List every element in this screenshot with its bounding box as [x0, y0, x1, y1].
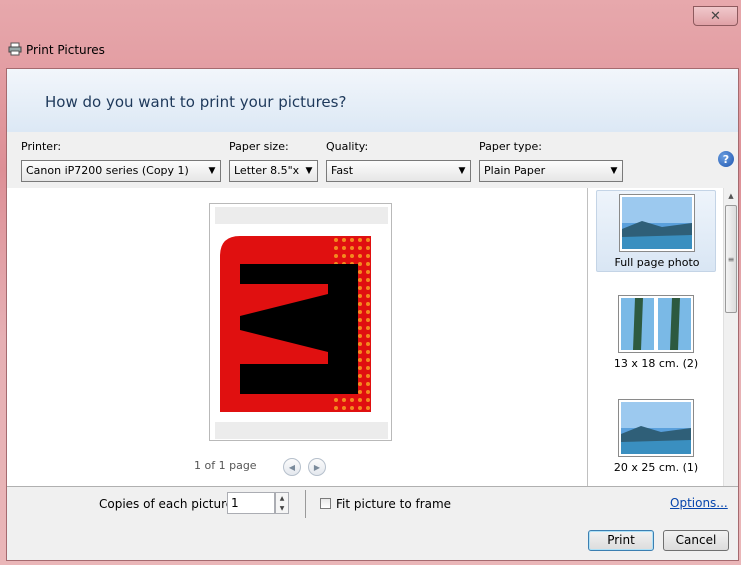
window-title: Print Pictures [26, 43, 105, 57]
copies-stepper[interactable]: ▲ ▼ [275, 492, 289, 514]
copies-input[interactable]: 1 [227, 492, 275, 514]
dialog-client: How do you want to print your pictures? … [6, 68, 739, 561]
print-options-toolbar: Printer: Canon iP7200 series (Copy 1) ▼ … [7, 132, 738, 189]
chevron-down-icon: ▼ [208, 166, 216, 176]
fit-picture-checkbox[interactable] [320, 498, 331, 509]
arrow-right-icon[interactable]: ▶ [308, 458, 326, 476]
double-portrait-thumbnail [621, 298, 691, 350]
fit-picture-label[interactable]: Fit picture to frame [336, 497, 451, 511]
layout-full-page-photo[interactable]: Full page photo [596, 190, 716, 272]
page-margin-bottom [215, 422, 388, 439]
quality-select[interactable]: Fast ▼ [326, 160, 471, 182]
cancel-button[interactable]: Cancel [663, 530, 729, 551]
chevron-down-icon: ▼ [610, 166, 618, 176]
header-banner: How do you want to print your pictures? [7, 69, 738, 133]
copies-label: Copies of each picture: [99, 497, 238, 511]
print-button[interactable]: Print [588, 530, 654, 551]
content-area: 1 of 1 page ◀ ▶ Full page photo 13 x 18 … [7, 188, 738, 486]
page-count: 1 of 1 page [194, 459, 257, 472]
layout-13x18-2[interactable]: 13 x 18 cm. (2) [596, 292, 716, 374]
layout-thumbnail [619, 194, 695, 252]
layout-label: Full page photo [614, 256, 700, 269]
paper-type-select[interactable]: Plain Paper ▼ [479, 160, 623, 182]
options-link[interactable]: Options... [670, 496, 728, 510]
layout-20x25-1[interactable]: 20 x 25 cm. (1) [596, 396, 716, 478]
chevron-up-icon[interactable]: ▲ [276, 493, 288, 503]
copies-bar: Copies of each picture: 1 ▲ ▼ Fit pictur… [7, 486, 738, 521]
quality-label: Quality: [326, 140, 369, 153]
close-button[interactable]: ✕ [693, 6, 738, 26]
preview-photo [220, 236, 371, 412]
landscape-thumbnail [621, 402, 691, 454]
layout-label: 20 x 25 cm. (1) [613, 461, 699, 474]
scrollbar-thumb[interactable]: ≡ [725, 205, 737, 313]
preview-area: 1 of 1 page ◀ ▶ [7, 188, 588, 486]
page-preview [209, 203, 392, 441]
printer-label: Printer: [21, 140, 62, 153]
chevron-down-icon: ▼ [458, 166, 466, 176]
button-bar: Print Cancel [7, 520, 738, 560]
help-icon[interactable]: ? [718, 151, 734, 167]
layout-thumbnail [618, 399, 694, 457]
paper-size-label: Paper size: [229, 140, 289, 153]
chevron-down-icon: ▼ [305, 166, 313, 176]
printer-value: Canon iP7200 series (Copy 1) [26, 164, 189, 177]
arrow-left-icon[interactable]: ◀ [283, 458, 301, 476]
paper-size-select[interactable]: Letter 8.5"x11" ▼ [229, 160, 318, 182]
layout-thumbnail [618, 295, 694, 353]
divider [305, 490, 306, 518]
chevron-down-icon[interactable]: ▼ [276, 503, 288, 513]
landscape-thumbnail [622, 197, 692, 249]
paper-type-label: Paper type: [479, 140, 542, 153]
quality-value: Fast [331, 164, 354, 177]
layout-scrollbar[interactable]: ▲ ≡ [723, 188, 738, 486]
printer-icon [8, 42, 22, 56]
paper-size-value: Letter 8.5"x11" [234, 164, 299, 177]
page-margin-top [215, 207, 388, 224]
scroll-up-icon[interactable]: ▲ [724, 189, 738, 203]
title-bar: Print Pictures ✕ [0, 0, 741, 68]
close-icon: ✕ [710, 8, 721, 24]
print-pictures-window: Print Pictures ✕ How do you want to prin… [0, 0, 741, 565]
header-question: How do you want to print your pictures? [45, 93, 347, 111]
printer-select[interactable]: Canon iP7200 series (Copy 1) ▼ [21, 160, 221, 182]
layout-label: 13 x 18 cm. (2) [613, 357, 699, 370]
paper-type-value: Plain Paper [484, 164, 546, 177]
layout-list: Full page photo 13 x 18 cm. (2) 20 x 25 … [588, 188, 723, 486]
